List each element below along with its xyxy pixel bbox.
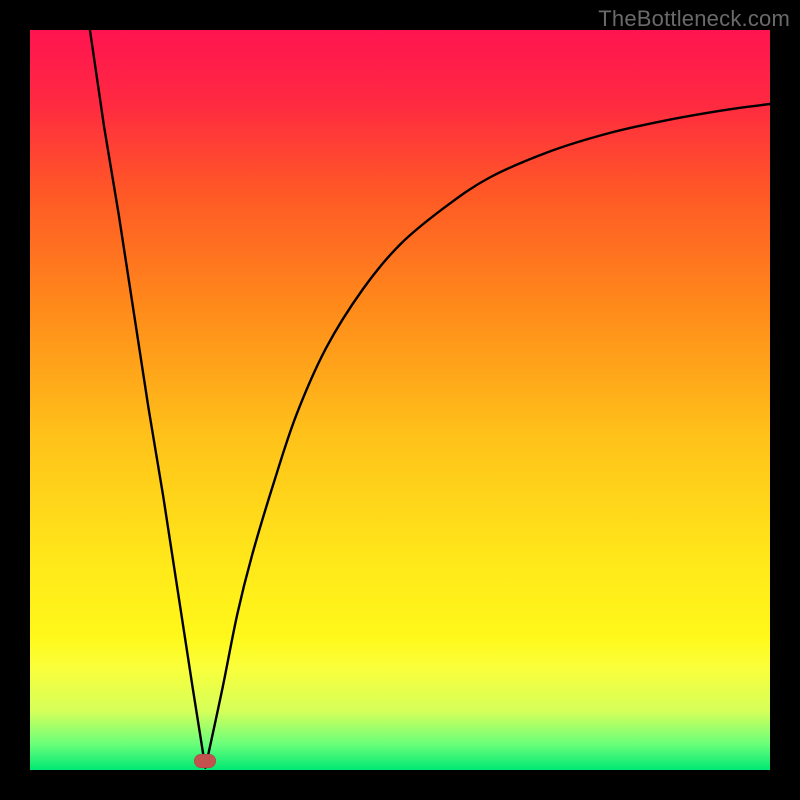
plot-area [30,30,770,770]
watermark-text: TheBottleneck.com [598,6,790,32]
bottleneck-curve [30,30,770,770]
chart-frame: TheBottleneck.com [0,0,800,800]
curve-path [90,30,770,768]
optimum-marker [194,754,216,768]
